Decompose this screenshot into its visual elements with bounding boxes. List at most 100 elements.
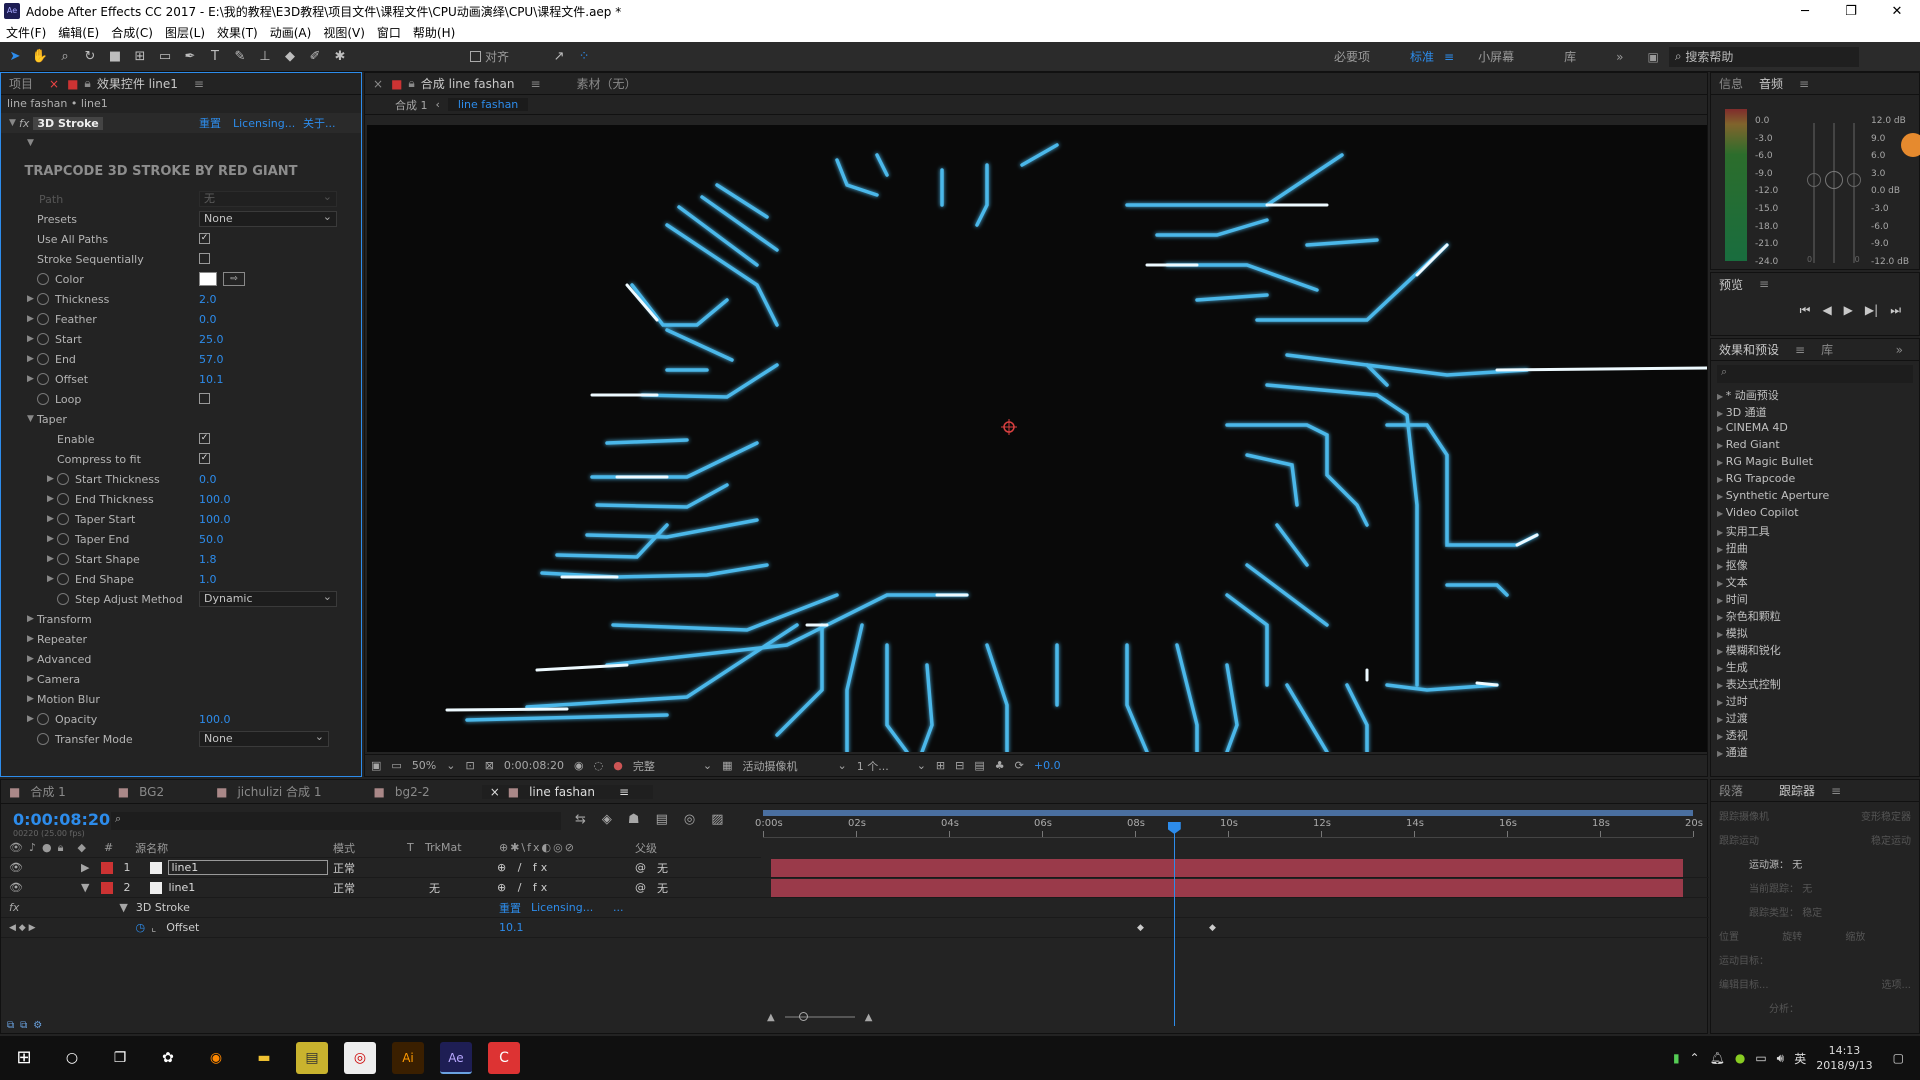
workspace-libraries[interactable]: 库 bbox=[1564, 48, 1576, 65]
views-dropdown[interactable]: 1 个... bbox=[857, 758, 907, 774]
use-all-paths-checkbox[interactable]: ✓ bbox=[199, 233, 210, 244]
play-icon[interactable]: ▶ bbox=[1844, 303, 1853, 318]
show-snapshot-icon[interactable]: ◌ bbox=[594, 759, 604, 772]
comp-mini-flowchart-icon[interactable]: ⇆ bbox=[575, 812, 586, 827]
stopwatch-icon[interactable] bbox=[37, 313, 49, 325]
red-app-icon[interactable]: C bbox=[488, 1042, 520, 1074]
transfer-mode-dropdown[interactable]: None bbox=[199, 730, 329, 747]
effect-category[interactable]: 3D 通道 bbox=[1711, 404, 1919, 421]
cortana-icon[interactable]: ○ bbox=[56, 1042, 88, 1074]
brush-tool-icon[interactable]: ✎ bbox=[230, 47, 250, 67]
tab-footage[interactable]: 素材（无） bbox=[577, 75, 637, 92]
type-tool-icon[interactable]: T bbox=[205, 47, 225, 67]
menu-layer[interactable]: 图层(L) bbox=[165, 24, 205, 41]
column-source-name[interactable]: 源名称 bbox=[135, 840, 168, 856]
keyframe-2[interactable]: ◆ bbox=[1209, 923, 1216, 933]
layer-label-color[interactable] bbox=[101, 861, 114, 874]
rotation-checkbox[interactable]: 旋转 bbox=[1782, 932, 1802, 943]
lock-icon[interactable]: 🔒︎ bbox=[84, 76, 90, 91]
toggle-pixel-icon[interactable]: ⊞ bbox=[936, 759, 945, 772]
collapse-effect-icon[interactable]: ▼ bbox=[9, 118, 19, 128]
effect-category[interactable]: 文本 bbox=[1711, 574, 1919, 591]
stopwatch-icon[interactable] bbox=[57, 493, 69, 505]
visibility-eye-icon[interactable]: 👁︎ bbox=[9, 881, 23, 894]
menu-window[interactable]: 窗口 bbox=[377, 24, 401, 41]
expand-icon[interactable]: ▶ bbox=[27, 334, 37, 344]
comp-crumb-1[interactable]: 合成 1 bbox=[395, 97, 428, 113]
pen-tool-icon[interactable]: ✒ bbox=[180, 47, 200, 67]
illustrator-icon[interactable]: Ai bbox=[392, 1042, 424, 1074]
effect-category[interactable]: 模糊和锐化 bbox=[1711, 642, 1919, 659]
effect-category[interactable]: 过时 bbox=[1711, 693, 1919, 710]
tab-effects-presets[interactable]: 效果和预设 bbox=[1719, 341, 1779, 358]
end-thickness-value[interactable]: 100.0 bbox=[199, 493, 231, 506]
tab-paragraph[interactable]: 段落 bbox=[1719, 782, 1743, 799]
feather-value[interactable]: 0.0 bbox=[199, 313, 217, 326]
layer-row[interactable]: 👁︎ ▼ 2 line1 正常 无 ⊕ / fx @ 无 bbox=[1, 878, 1709, 898]
expand-icon[interactable]: ▶ bbox=[47, 514, 57, 524]
resolution-dropdown[interactable]: 完整 bbox=[633, 758, 693, 774]
effect-row-licensing[interactable]: Licensing... bbox=[531, 901, 593, 914]
expand-icon[interactable]: ▶ bbox=[27, 354, 37, 364]
exposure-reset-icon[interactable]: ⟳ bbox=[1015, 759, 1024, 772]
effects-menu-icon[interactable]: ≡ bbox=[1795, 343, 1805, 357]
zoom-in-icon[interactable]: ▲ bbox=[865, 1012, 873, 1023]
notification-bell-icon[interactable]: 🔔︎ bbox=[1710, 1051, 1725, 1065]
camera-view-dropdown[interactable]: 活动摄像机 bbox=[742, 758, 827, 774]
tab-project[interactable]: 项目 bbox=[9, 75, 33, 92]
motion-source-dropdown[interactable]: 无 bbox=[1792, 860, 1802, 871]
end-value[interactable]: 57.0 bbox=[199, 353, 224, 366]
tracker-menu-icon[interactable]: ≡ bbox=[1831, 784, 1841, 798]
offset-value[interactable]: 10.1 bbox=[199, 373, 224, 386]
zoom-dropdown[interactable]: 50% bbox=[412, 759, 436, 772]
tab-audio[interactable]: 音频 bbox=[1759, 75, 1783, 92]
maximize-button[interactable]: ❐ bbox=[1828, 4, 1874, 19]
snap-features-icon[interactable]: ⁘ bbox=[574, 47, 594, 67]
snap-checkbox[interactable] bbox=[470, 51, 481, 62]
close-button[interactable]: ✕ bbox=[1874, 4, 1920, 19]
layer-twirl-icon[interactable]: ▼ bbox=[81, 881, 89, 894]
keyframe-1[interactable]: ◆ bbox=[1137, 923, 1144, 933]
close-tab-icon[interactable]: × bbox=[49, 77, 59, 91]
offset-stopwatch-icon[interactable]: ◷ bbox=[136, 921, 146, 934]
expand-icon[interactable]: ▶ bbox=[27, 674, 37, 684]
layer-label-color[interactable] bbox=[101, 881, 114, 894]
fit-icon[interactable]: ⊡ bbox=[465, 759, 474, 772]
effect-category[interactable]: 抠像 bbox=[1711, 557, 1919, 574]
first-frame-icon[interactable]: ⏮ bbox=[1800, 303, 1811, 318]
effect-category[interactable]: 时间 bbox=[1711, 591, 1919, 608]
workspace-menu-icon[interactable]: ≡ bbox=[1444, 50, 1454, 64]
layer-row[interactable]: 👁︎ ▶ 1 line1 正常 ⊕ / fx @ 无 bbox=[1, 858, 1709, 878]
eyedropper-icon[interactable]: ⇨ bbox=[223, 272, 245, 286]
effect-category[interactable]: CINEMA 4D bbox=[1711, 421, 1919, 438]
effect-category[interactable]: Video Copilot bbox=[1711, 506, 1919, 523]
effect-category[interactable]: 表达式控制 bbox=[1711, 676, 1919, 693]
layer-mode-dropdown[interactable]: 正常 bbox=[333, 860, 393, 876]
pan-behind-tool-icon[interactable]: ⊞ bbox=[130, 47, 150, 67]
effect-category[interactable]: Red Giant bbox=[1711, 438, 1919, 455]
expand-icon[interactable]: ▶ bbox=[47, 534, 57, 544]
stopwatch-icon[interactable] bbox=[57, 473, 69, 485]
menu-edit[interactable]: 编辑(E) bbox=[58, 24, 99, 41]
stopwatch-icon[interactable] bbox=[37, 373, 49, 385]
eraser-tool-icon[interactable]: ◆ bbox=[280, 47, 300, 67]
layer-name[interactable]: line1 bbox=[168, 860, 329, 875]
snapshot-camera-icon[interactable]: ◉ bbox=[574, 759, 584, 772]
expand-icon[interactable]: ▶ bbox=[47, 554, 57, 564]
stopwatch-icon[interactable] bbox=[37, 293, 49, 305]
effect-category[interactable]: 生成 bbox=[1711, 659, 1919, 676]
timeline-tab-bg2-2[interactable]: ■ bg2-2 bbox=[374, 785, 446, 799]
taper-start-value[interactable]: 100.0 bbox=[199, 513, 231, 526]
comp-crumb-2[interactable]: line fashan bbox=[447, 98, 529, 111]
graph-editor-icon[interactable]: ▨ bbox=[711, 812, 723, 827]
stopwatch-icon[interactable] bbox=[37, 333, 49, 345]
task-view-icon[interactable]: ❐ bbox=[104, 1042, 136, 1074]
comp-timecode[interactable]: 0:00:08:20 bbox=[504, 759, 564, 772]
transfer-mode-stopwatch-icon[interactable] bbox=[37, 733, 49, 745]
opacity-value[interactable]: 100.0 bbox=[199, 713, 231, 726]
stopwatch-icon[interactable] bbox=[57, 533, 69, 545]
transparency-grid-icon[interactable]: ▦ bbox=[722, 759, 732, 772]
compress-to-fit-checkbox[interactable]: ✓ bbox=[199, 453, 210, 464]
keyframe-nav-icon[interactable]: ◀ ◆ ▶ bbox=[9, 923, 36, 933]
layer-name[interactable]: line1 bbox=[168, 881, 328, 894]
